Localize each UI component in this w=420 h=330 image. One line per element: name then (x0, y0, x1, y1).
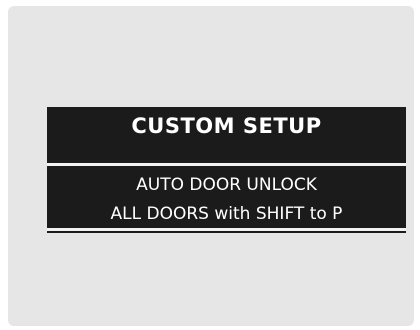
screen-header: CUSTOM SETUP (47, 107, 406, 160)
display-panel: CUSTOM SETUP AUTO DOOR UNLOCK ALL DOORS … (8, 6, 414, 326)
selection-underline (47, 228, 406, 231)
setting-value: ALL DOORS with SHIFT to P (110, 204, 343, 224)
header-divider (47, 163, 406, 166)
screen-title: CUSTOM SETUP (131, 113, 322, 138)
setting-name: AUTO DOOR UNLOCK (136, 175, 317, 195)
custom-setup-screen: CUSTOM SETUP AUTO DOOR UNLOCK ALL DOORS … (47, 107, 406, 233)
